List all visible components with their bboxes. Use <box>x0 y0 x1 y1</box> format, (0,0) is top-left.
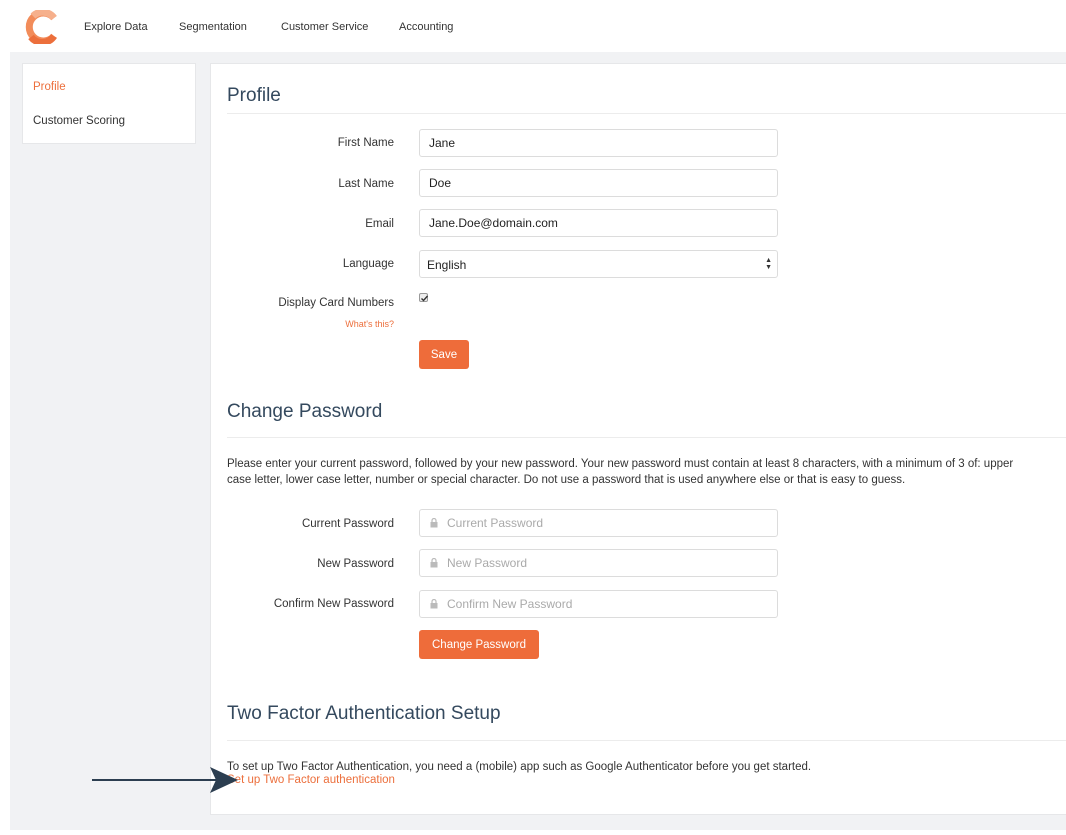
lock-icon <box>430 558 438 568</box>
email-label: Email <box>365 218 394 230</box>
change-password-button[interactable]: Change Password <box>419 630 539 659</box>
password-requirements-line-2: case letter, lower case letter, number o… <box>227 474 906 486</box>
password-requirements-text: Please enter your current password, foll… <box>227 456 1066 488</box>
new-password-label: New Password <box>317 558 394 570</box>
confirm-password-field <box>419 590 778 618</box>
first-name-input[interactable] <box>419 129 778 157</box>
display-card-numbers-checkbox[interactable] <box>419 293 429 302</box>
change-password-section-title: Change Password <box>227 401 383 422</box>
two-factor-section-title: Two Factor Authentication Setup <box>227 703 501 724</box>
profile-section-title: Profile <box>227 85 281 106</box>
select-arrows-icon: ▲ ▼ <box>765 257 772 271</box>
current-password-label: Current Password <box>301 518 394 530</box>
confirm-password-label: Confirm New Password <box>273 598 394 610</box>
lock-icon <box>430 518 438 528</box>
nav-item-customer-service[interactable]: Customer Service <box>281 21 368 33</box>
first-name-label: First Name <box>337 137 394 149</box>
display-card-numbers-label: Display Card Numbers <box>278 297 394 309</box>
nav-item-accounting[interactable]: Accounting <box>399 21 453 33</box>
brand-logo-icon[interactable] <box>25 10 59 44</box>
new-password-input[interactable] <box>419 549 778 577</box>
email-input[interactable] <box>419 209 778 237</box>
language-label: Language <box>342 258 394 270</box>
section-divider <box>227 740 1066 741</box>
save-button[interactable]: Save <box>419 340 469 369</box>
top-navigation-bar: Explore Data Segmentation Customer Servi… <box>0 0 1066 52</box>
sidebar-item-customer-scoring[interactable]: Customer Scoring <box>33 115 125 127</box>
checkmark-icon <box>421 295 429 302</box>
annotation-arrow-icon <box>92 767 238 793</box>
nav-item-explore-data[interactable]: Explore Data <box>84 21 148 33</box>
settings-sidebar: Profile Customer Scoring <box>22 63 196 144</box>
language-select[interactable]: English ▲ ▼ <box>419 250 778 278</box>
setup-two-factor-link[interactable]: Set up Two Factor authentication <box>227 774 395 786</box>
two-factor-description: To set up Two Factor Authentication, you… <box>227 761 812 773</box>
nav-item-segmentation[interactable]: Segmentation <box>179 21 247 33</box>
sidebar-item-profile[interactable]: Profile <box>33 81 66 93</box>
lock-icon <box>430 599 438 609</box>
language-selected-value: English <box>427 258 467 272</box>
whats-this-link[interactable]: What's this? <box>194 319 394 329</box>
confirm-password-input[interactable] <box>419 590 778 618</box>
current-password-input[interactable] <box>419 509 778 537</box>
last-name-input[interactable] <box>419 169 778 197</box>
section-divider <box>227 437 1066 438</box>
last-name-label: Last Name <box>338 178 394 190</box>
new-password-field <box>419 549 778 577</box>
password-requirements-line-1: Please enter your current password, foll… <box>227 458 1014 470</box>
section-divider <box>227 113 1066 114</box>
current-password-field <box>419 509 778 537</box>
